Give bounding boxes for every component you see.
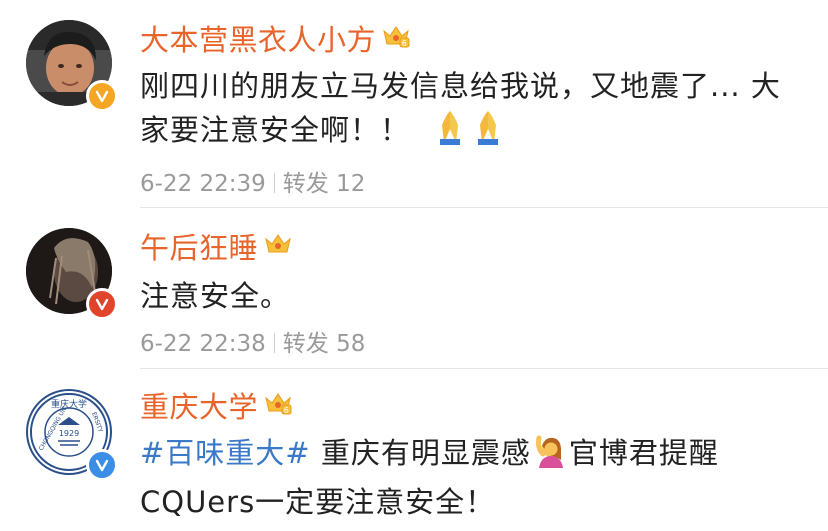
- comment-text: #百味重大# 重庆有明显震感 官博君提醒 CQUers一定要注意安全！: [140, 434, 719, 519]
- svg-text:1929: 1929: [59, 429, 79, 438]
- username[interactable]: 午后狂睡: [140, 230, 292, 266]
- person-raising-hand-icon: [533, 434, 567, 480]
- verified-blue-badge-icon: [86, 449, 118, 481]
- svg-text:6: 6: [284, 406, 290, 415]
- comment-item: 重庆大学 1929 CHONGQING UN ERSITY 重庆大学 6 #百味…: [0, 369, 828, 531]
- repost-link[interactable]: 转发 58: [283, 331, 366, 357]
- divider: [273, 333, 275, 353]
- username[interactable]: 重庆大学 6: [140, 389, 292, 425]
- comment-text: 刚四川的朋友立马发信息给我说，又地震了... 大 家要注意安全啊！！: [140, 64, 800, 157]
- divider: [273, 173, 275, 193]
- timestamp: 6-22 22:39: [140, 171, 266, 197]
- username[interactable]: 大本营黑衣人小方 6: [140, 22, 410, 58]
- svg-text:6: 6: [402, 39, 408, 48]
- timestamp: 6-22 22:38: [140, 331, 266, 357]
- verified-red-badge-icon: [86, 288, 118, 320]
- comment-meta: 6-22 22:38 转发 58: [140, 324, 365, 358]
- member-crown-icon: 6: [382, 21, 410, 57]
- comment-text: 注意安全。: [140, 279, 291, 313]
- hashtag-link[interactable]: #百味重大#: [140, 436, 311, 470]
- svg-text:重庆大学: 重庆大学: [51, 398, 87, 410]
- comment-item: 午后狂睡 注意安全。 6-22 22:38 转发 58: [0, 208, 828, 368]
- comment-item: 大本营黑衣人小方 6 刚四川的朋友立马发信息给我说，又地震了... 大 家要注意…: [0, 0, 828, 205]
- praying-hands-icon: [432, 109, 508, 157]
- member-crown-icon: [264, 229, 292, 265]
- verified-gold-badge-icon: [86, 80, 118, 112]
- repost-link[interactable]: 转发 12: [283, 171, 366, 197]
- member-crown-icon: 6: [264, 388, 292, 424]
- comment-meta: 6-22 22:39 转发 12: [140, 164, 365, 198]
